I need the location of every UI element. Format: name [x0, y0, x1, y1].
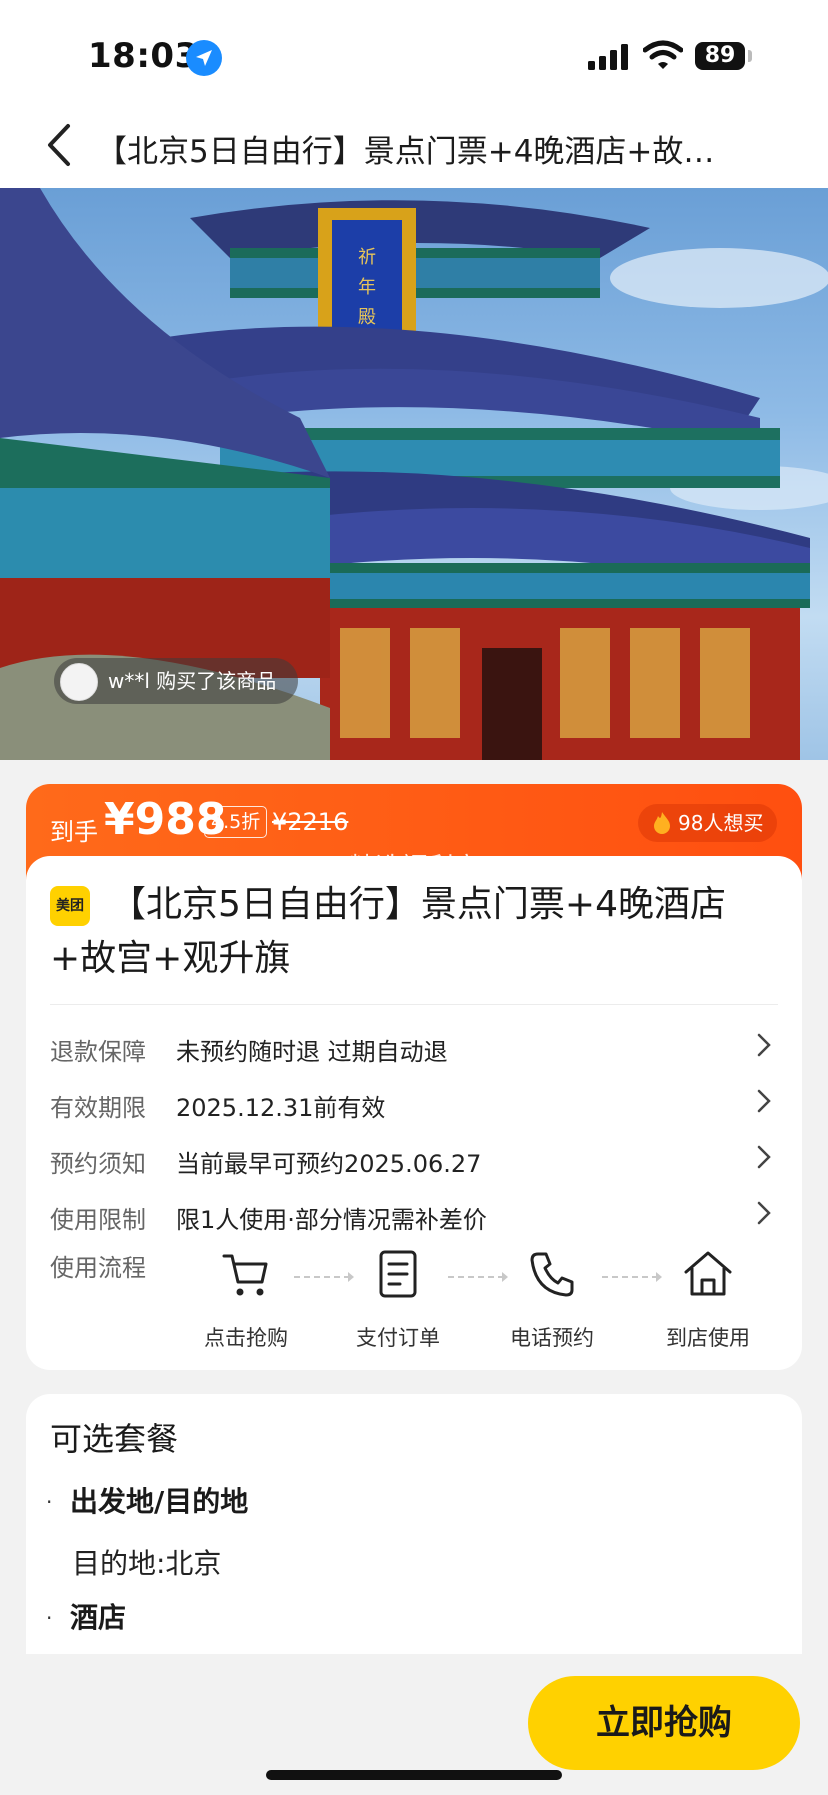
step-label: 支付订单	[356, 1326, 440, 1350]
location-arrow-icon	[186, 40, 222, 76]
home-icon	[684, 1251, 732, 1296]
fire-icon	[654, 812, 670, 834]
package-title: 可选套餐	[50, 1420, 179, 1458]
chevron-right-icon	[757, 1089, 771, 1113]
buyer-avatar	[60, 663, 98, 701]
step-buy: 点击抢购	[176, 1248, 316, 1350]
product-title: 【北京5日自由行】景点门票+4晚酒店+故宫+观升旗	[50, 884, 726, 979]
flow-label: 使用流程	[50, 1254, 146, 1282]
buyer-notice: w**l 购买了该商品	[54, 658, 299, 704]
order-icon	[379, 1250, 417, 1298]
product-info-card: 美团 【北京5日自由行】景点门票+4晚酒店+故宫+观升旗 退款保障 未预约随时退…	[26, 856, 802, 1370]
wifi-icon	[643, 40, 683, 69]
home-indicator	[266, 1770, 562, 1780]
battery-indicator: 89	[695, 42, 745, 70]
buy-now-button[interactable]: 立即抢购	[528, 1676, 800, 1770]
package-card: 可选套餐 · 出发地/目的地 目的地:北京 · 酒店	[26, 1394, 802, 1654]
row-value: 2025.12.31前有效	[176, 1094, 386, 1122]
bullet-dot: ·	[46, 1490, 53, 1514]
usage-limit-row[interactable]: 使用限制 限1人使用·部分情况需补差价	[50, 1194, 778, 1234]
svg-text:祈: 祈	[358, 247, 376, 268]
validity-row[interactable]: 有效期限 2025.12.31前有效	[50, 1082, 778, 1122]
step-pay: 支付订单	[328, 1248, 468, 1350]
row-label: 有效期限	[50, 1094, 146, 1122]
step-label: 到店使用	[666, 1326, 750, 1350]
chevron-right-icon	[757, 1033, 771, 1057]
cart-icon	[222, 1254, 268, 1296]
nav-title: 【北京5日自由行】景点门票+4晚酒店+故…	[96, 134, 715, 170]
row-value: 未预约随时退 过期自动退	[176, 1038, 448, 1066]
nav-bar: 【北京5日自由行】景点门票+4晚酒店+故…	[0, 100, 828, 188]
package-section-text: 目的地:北京	[72, 1547, 222, 1580]
step-label: 点击抢购	[204, 1326, 288, 1350]
discount-tag: 4.5折	[204, 806, 268, 838]
row-label: 预约须知	[50, 1150, 146, 1178]
phone-icon	[530, 1252, 574, 1297]
svg-text:殿: 殿	[358, 307, 376, 328]
svg-text:年: 年	[358, 277, 376, 298]
status-bar: 18:03 89	[0, 0, 828, 100]
booking-notice-row[interactable]: 预约须知 当前最早可预约2025.06.27	[50, 1138, 778, 1178]
want-count: 98人想买	[678, 811, 764, 835]
step-call: 电话预约	[482, 1248, 622, 1350]
package-section-head: 酒店	[70, 1601, 127, 1634]
row-value: 限1人使用·部分情况需补差价	[176, 1206, 487, 1234]
chevron-right-icon	[757, 1145, 771, 1169]
step-label: 电话预约	[510, 1326, 594, 1350]
watermark-text: 618精选福利官	[300, 853, 480, 883]
row-label: 退款保障	[50, 1038, 146, 1066]
price-prefix: 到手	[50, 818, 98, 846]
chevron-right-icon	[757, 1201, 771, 1225]
package-section-head: 出发地/目的地	[70, 1485, 249, 1518]
hero-image[interactable]: 祈 年 殿 w**l 购买了该商品	[0, 188, 828, 760]
status-time: 18:03	[88, 36, 199, 76]
want-count-chip: 98人想买	[638, 804, 778, 842]
battery-tip	[748, 50, 752, 62]
back-chevron-icon[interactable]	[40, 122, 80, 168]
bullet-dot: ·	[46, 1606, 53, 1630]
row-value: 当前最早可预约2025.06.27	[176, 1150, 482, 1178]
row-label: 使用限制	[50, 1206, 146, 1234]
original-price: ¥2216	[272, 808, 349, 836]
refund-row[interactable]: 退款保障 未预约随时退 过期自动退	[50, 1026, 778, 1066]
buyer-notice-text: w**l 购买了该商品	[108, 669, 277, 693]
divider	[50, 1004, 778, 1005]
cellular-signal-icon	[588, 44, 628, 70]
step-visit: 到店使用	[638, 1248, 778, 1350]
